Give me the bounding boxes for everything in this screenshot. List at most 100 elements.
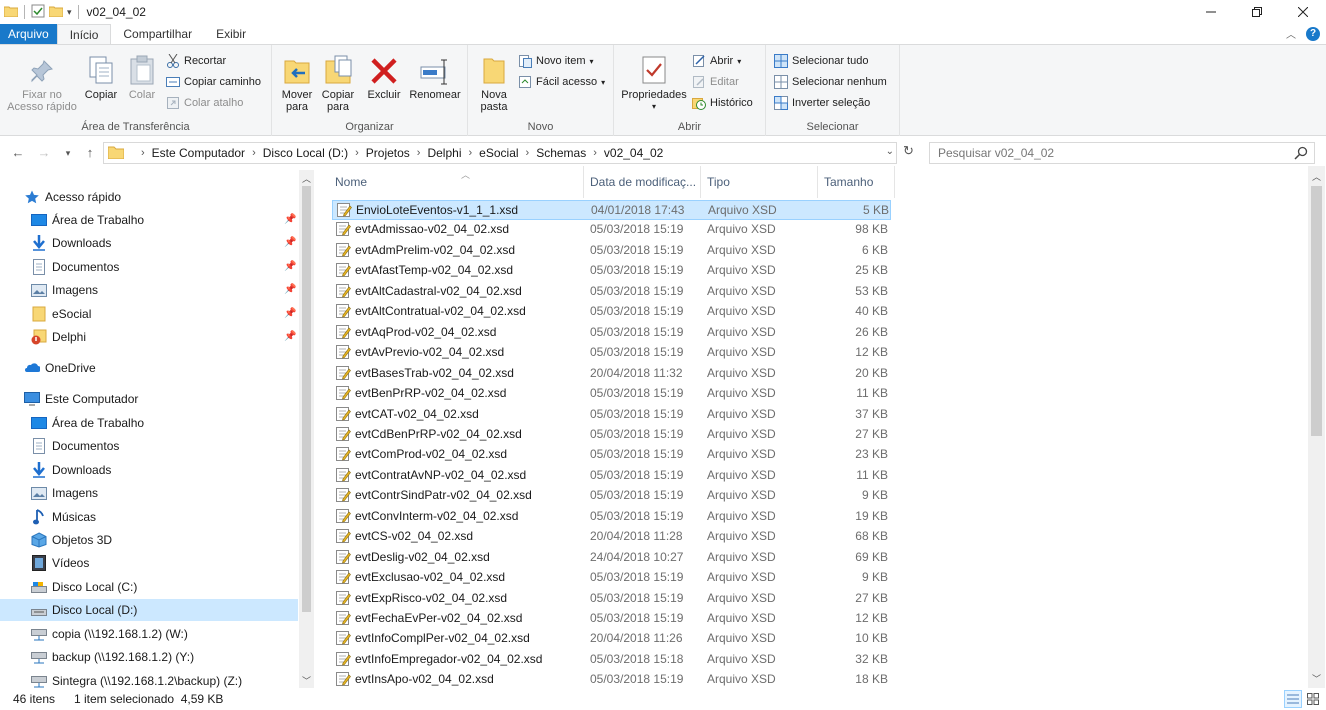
new-item-button[interactable]: Novo item ▾	[518, 54, 594, 68]
pin-icon[interactable]: 📌	[284, 237, 296, 248]
select-all-button[interactable]: Selecionar tudo	[774, 54, 868, 68]
tab-share[interactable]: Compartilhar	[111, 24, 204, 44]
file-row[interactable]: evtFechaEvPer-v02_04_02.xsd 05/03/2018 15…	[332, 609, 891, 629]
properties-quick-icon[interactable]	[31, 4, 45, 21]
pin-quick-access-button[interactable]: Fixar no Acesso rápido	[6, 49, 78, 113]
nav-pc-videos[interactable]: Vídeos	[31, 552, 89, 574]
pin-icon[interactable]: 📌	[284, 284, 296, 295]
file-list-scrollbar-thumb[interactable]	[1311, 186, 1322, 436]
customize-quick-access-icon[interactable]: ▾	[67, 7, 72, 18]
search-input[interactable]: Pesquisar v02_04_02	[929, 142, 1315, 164]
easy-access-button[interactable]: Fácil acesso ▾	[518, 75, 605, 89]
file-row[interactable]: evtExclusao-v02_04_02.xsd 05/03/2018 15:1…	[332, 568, 891, 588]
move-to-button[interactable]: Mover para	[278, 49, 316, 113]
address-bar[interactable]: › Este Computador › Disco Local (D:) › P…	[103, 142, 897, 164]
paste-button[interactable]: Colar	[124, 49, 160, 101]
nav-pc-music[interactable]: Músicas	[31, 506, 96, 528]
file-row[interactable]: evtAltCadastral-v02_04_02.xsd 05/03/2018 …	[332, 282, 891, 302]
tab-home[interactable]: Início	[56, 24, 112, 44]
pin-icon[interactable]: 📌	[284, 331, 296, 342]
chevron-right-icon[interactable]: ›	[141, 147, 145, 159]
close-button[interactable]	[1280, 0, 1326, 24]
delete-button[interactable]: Excluir	[366, 49, 402, 101]
large-icons-view-button[interactable]	[1304, 690, 1322, 708]
file-row[interactable]: evtBenPrRP-v02_04_02.xsd 05/03/2018 15:19…	[332, 384, 891, 404]
file-row[interactable]: evtBasesTrab-v02_04_02.xsd 20/04/2018 11:…	[332, 364, 891, 384]
nav-network-drive-y[interactable]: backup (\\192.168.1.2) (Y:)	[31, 646, 194, 668]
nav-pictures[interactable]: Imagens	[31, 279, 98, 301]
scroll-up-arrow[interactable]: ︿	[1312, 170, 1321, 183]
copy-path-button[interactable]: Copiar caminho	[166, 75, 261, 89]
file-row[interactable]: evtComProd-v02_04_02.xsd 05/03/2018 15:19…	[332, 445, 891, 465]
nav-desktop[interactable]: Área de Trabalho	[31, 209, 144, 231]
file-row[interactable]: evtCdBenPrRP-v02_04_02.xsd 05/03/2018 15:…	[332, 425, 891, 445]
details-view-button[interactable]	[1284, 690, 1302, 708]
nav-delphi[interactable]: Delphi	[31, 326, 86, 348]
pin-icon[interactable]: 📌	[284, 308, 296, 319]
pin-icon[interactable]: 📌	[284, 261, 296, 272]
cut-button[interactable]: Recortar	[166, 54, 226, 68]
breadcrumb-current[interactable]: v02_04_02	[604, 146, 663, 160]
file-list-scrollbar[interactable]: ︿ ﹀	[1308, 166, 1325, 688]
nav-scrollbar[interactable]: ︿ ﹀	[299, 170, 314, 688]
column-header-date[interactable]: Data de modificaç...	[584, 166, 701, 198]
nav-pc-pictures[interactable]: Imagens	[31, 482, 98, 504]
file-row[interactable]: evtInsApo-v02_04_02.xsd 05/03/2018 15:19 A…	[332, 670, 891, 690]
collapse-ribbon-icon[interactable]: ︿	[1286, 26, 1296, 41]
recent-locations-button[interactable]: ▾	[58, 143, 78, 163]
nav-downloads[interactable]: Downloads	[31, 232, 111, 254]
breadcrumb-drive-d[interactable]: Disco Local (D:)	[263, 146, 348, 160]
up-button[interactable]: ↑	[80, 142, 100, 162]
breadcrumb-delphi[interactable]: Delphi	[427, 146, 461, 160]
nav-esocial[interactable]: eSocial	[31, 303, 91, 325]
tab-file[interactable]: Arquivo	[0, 24, 57, 44]
rename-button[interactable]: Renomear	[408, 49, 462, 101]
nav-this-pc[interactable]: Este Computador	[24, 388, 138, 410]
chevron-right-icon[interactable]: ›	[252, 147, 256, 159]
chevron-right-icon[interactable]: ›	[417, 147, 421, 159]
nav-quick-access[interactable]: Acesso rápido	[24, 186, 121, 208]
file-row[interactable]: evtAdmissao-v02_04_02.xsd 05/03/2018 15:1…	[332, 220, 891, 240]
nav-scrollbar-thumb[interactable]	[302, 186, 311, 612]
copy-button[interactable]: Copiar	[82, 49, 120, 101]
scroll-down-arrow[interactable]: ﹀	[302, 674, 311, 687]
open-button[interactable]: Abrir ▾	[692, 54, 741, 68]
edit-button[interactable]: Editar	[692, 75, 739, 89]
history-button[interactable]: Histórico	[692, 96, 753, 110]
file-row[interactable]: evtInfoComplPer-v02_04_02.xsd 20/04/2018 …	[332, 629, 891, 649]
tab-view[interactable]: Exibir	[204, 24, 258, 44]
chevron-right-icon[interactable]: ›	[526, 147, 530, 159]
column-header-size[interactable]: Tamanho	[818, 166, 895, 198]
nav-pc-documents[interactable]: Documentos	[31, 435, 119, 457]
nav-pc-downloads[interactable]: Downloads	[31, 459, 111, 481]
properties-button[interactable]: Propriedades ▾	[618, 49, 690, 113]
paste-shortcut-button[interactable]: Colar atalho	[166, 96, 243, 110]
chevron-down-icon[interactable]: ⌄	[886, 146, 894, 157]
breadcrumb-schemas[interactable]: Schemas	[536, 146, 586, 160]
file-row[interactable]: evtConvInterm-v02_04_02.xsd 05/03/2018 15…	[332, 507, 891, 527]
breadcrumb-esocial[interactable]: eSocial	[479, 146, 518, 160]
minimize-button[interactable]	[1188, 0, 1234, 24]
scroll-up-arrow[interactable]: ︿	[302, 172, 311, 185]
column-header-type[interactable]: Tipo	[701, 166, 818, 198]
search-icon[interactable]	[1294, 146, 1308, 163]
file-row[interactable]: evtAfastTemp-v02_04_02.xsd 05/03/2018 15:…	[332, 261, 891, 281]
chevron-right-icon[interactable]: ›	[593, 147, 597, 159]
file-row[interactable]: evtCAT-v02_04_02.xsd 05/03/2018 15:19 Arqu…	[332, 405, 891, 425]
nav-pc-desktop[interactable]: Área de Trabalho	[31, 412, 144, 434]
copy-to-button[interactable]: Copiar para	[318, 49, 358, 113]
file-row[interactable]: evtAqProd-v02_04_02.xsd 05/03/2018 15:19 A…	[332, 323, 891, 343]
scroll-down-arrow[interactable]: ﹀	[1312, 672, 1321, 685]
column-header-name[interactable]: Nome ︿	[329, 166, 584, 198]
file-row[interactable]: evtDeslig-v02_04_02.xsd 24/04/2018 10:27 A…	[332, 548, 891, 568]
file-row[interactable]: evtAdmPrelim-v02_04_02.xsd 05/03/2018 15:…	[332, 241, 891, 261]
file-row[interactable]: evtContrSindPatr-v02_04_02.xsd 05/03/2018…	[332, 486, 891, 506]
nav-pc-3d-objects[interactable]: Objetos 3D	[31, 529, 112, 551]
forward-button[interactable]: →	[34, 142, 54, 162]
nav-network-drive-z[interactable]: Sintegra (\\192.168.1.2\backup) (Z:)	[31, 670, 242, 688]
select-none-button[interactable]: Selecionar nenhum	[774, 75, 887, 89]
breadcrumb-projetos[interactable]: Projetos	[366, 146, 410, 160]
help-icon[interactable]: ?	[1306, 26, 1320, 41]
back-button[interactable]: ←	[8, 142, 28, 162]
nav-onedrive[interactable]: OneDrive	[24, 357, 96, 379]
